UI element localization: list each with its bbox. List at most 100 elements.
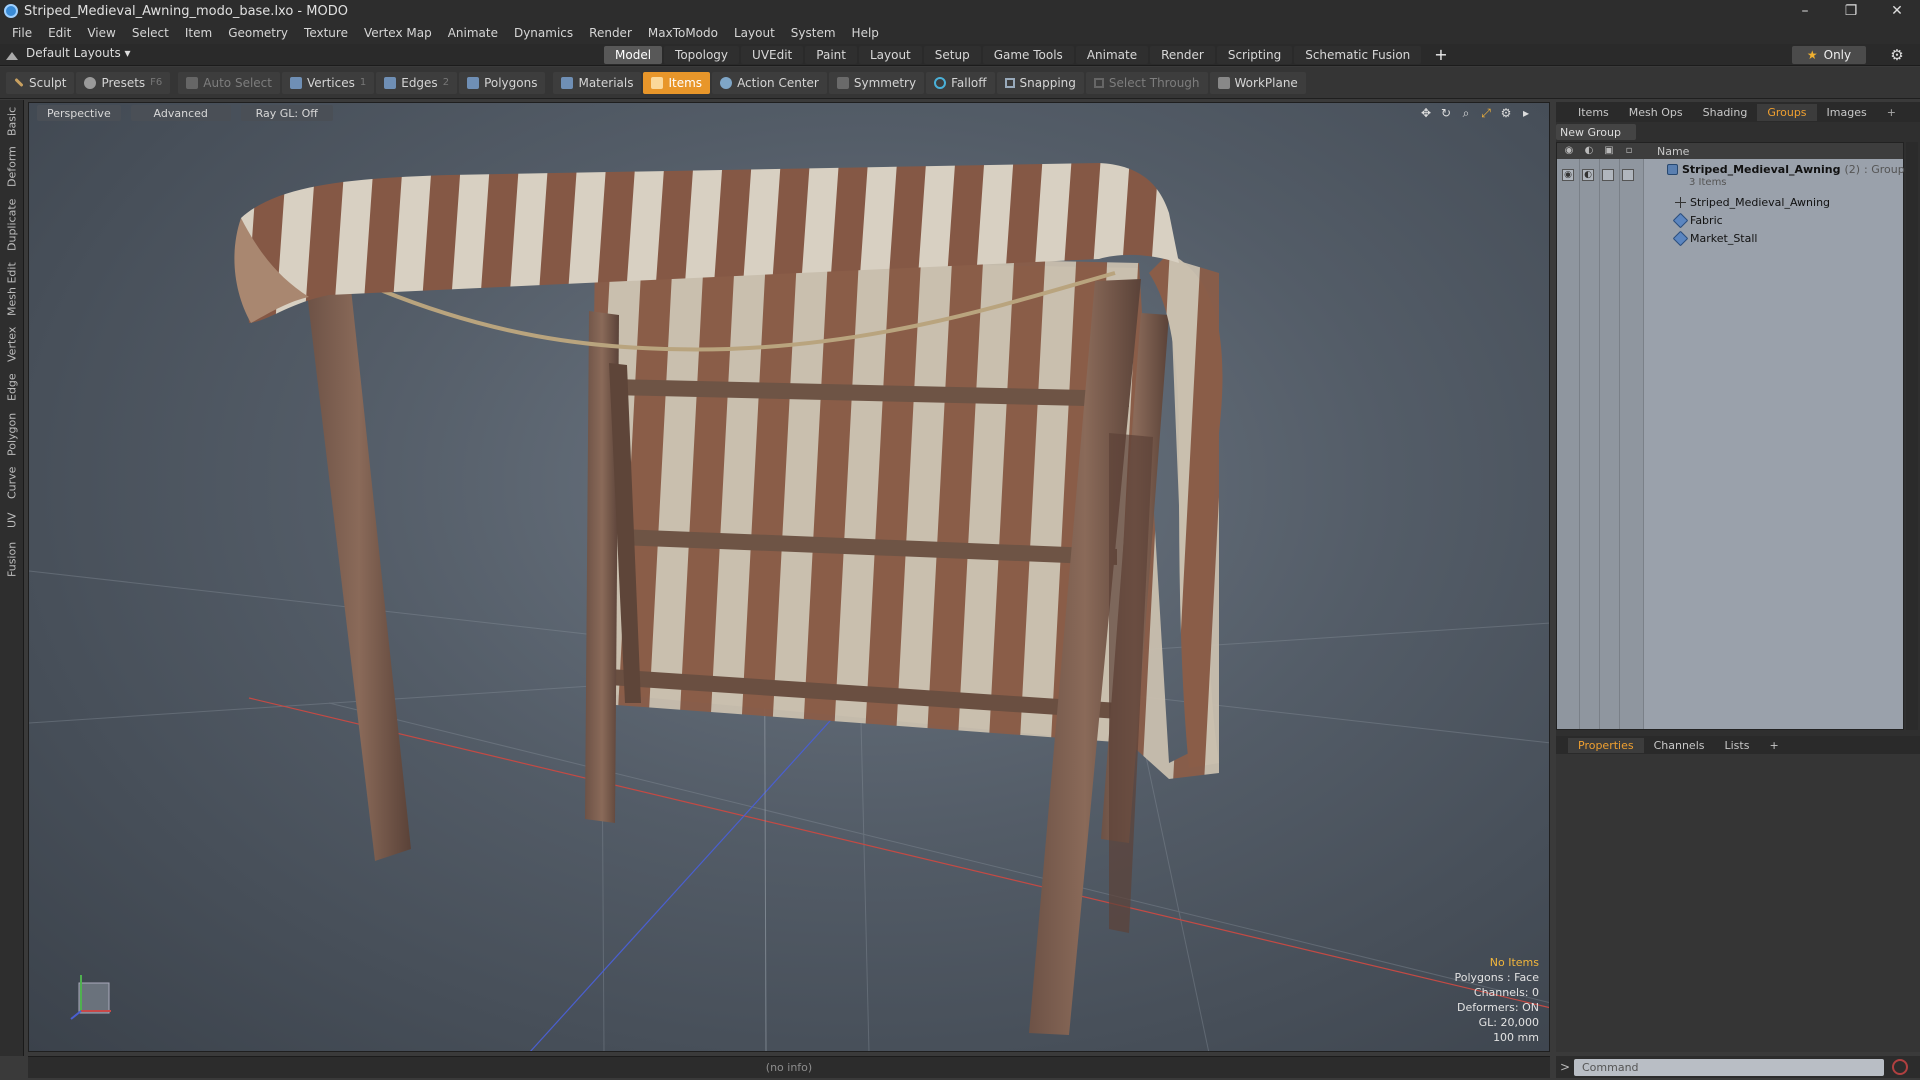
tab-paint[interactable]: Paint [805,46,857,64]
only-toggle[interactable]: ★ Only [1792,46,1866,64]
tab-render[interactable]: Render [1150,46,1215,64]
layouts-dropdown[interactable]: Default Layouts ▾ [6,46,131,60]
tab-items[interactable]: Items [1568,104,1619,121]
tab-curve[interactable]: Curve [2,464,22,502]
tab-lists[interactable]: Lists [1715,738,1760,753]
tab-scripting[interactable]: Scripting [1216,46,1293,64]
groups-scrollbar[interactable] [1906,142,1918,730]
group-row-root[interactable]: ◉ ◐ Striped_Medieval_Awning (2) : Group … [1557,161,1905,189]
symmetry-button[interactable]: Symmetry [828,71,925,94]
add-tab-button[interactable]: + [1423,46,1458,64]
render-header-icon[interactable]: ◐ [1583,145,1595,157]
info-gl: GL: 20,000 [1478,1016,1539,1029]
tab-images[interactable]: Images [1817,104,1877,121]
record-icon[interactable] [1892,1059,1908,1075]
group-child-row[interactable]: Fabric [1557,211,1905,229]
sculpt-button[interactable]: Sculpt [6,71,75,94]
action-center-label: Action Center [737,75,819,90]
falloff-button[interactable]: Falloff [926,71,995,94]
layout-up-icon[interactable] [6,48,18,60]
zoom-icon[interactable]: ⌕ [1459,106,1473,120]
edges-button[interactable]: Edges 2 [376,71,458,94]
menu-render[interactable]: Render [581,26,640,40]
tab-duplicate[interactable]: Duplicate [2,196,22,254]
symmetry-label: Symmetry [853,75,917,90]
tab-fusion[interactable]: Fusion [2,538,22,580]
snapping-button[interactable]: Snapping [996,71,1084,94]
tab-deform[interactable]: Deform [2,144,22,190]
tab-mesh-edit[interactable]: Mesh Edit [2,260,22,318]
tab-model[interactable]: Model [604,46,663,64]
close-button[interactable]: ✕ [1874,0,1920,22]
menu-view[interactable]: View [79,26,123,40]
tab-animate[interactable]: Animate [1075,46,1149,64]
3d-viewport[interactable]: Perspective Advanced Ray GL: Off ✥ ↻ ⌕ ⤢… [28,102,1550,1052]
visibility-header-icon[interactable]: ◉ [1563,145,1575,157]
name-column-header[interactable]: Name [1657,145,1689,158]
tab-schematic-fusion[interactable]: Schematic Fusion [1294,46,1422,64]
menu-select[interactable]: Select [124,26,177,40]
tab-shading[interactable]: Shading [1693,104,1758,121]
rotate-icon[interactable]: ↻ [1439,106,1453,120]
perspective-dropdown[interactable]: Perspective [37,105,121,121]
menu-layout[interactable]: Layout [726,26,783,40]
menu-geometry[interactable]: Geometry [220,26,296,40]
visibility-toggle[interactable]: ◉ [1562,169,1574,181]
menu-edit[interactable]: Edit [40,26,79,40]
tab-uvedit[interactable]: UVEdit [741,46,804,64]
tab-setup[interactable]: Setup [923,46,981,64]
group-child-row[interactable]: Market_Stall [1557,229,1905,247]
viewport-settings-icon[interactable]: ⚙ [1499,106,1513,120]
tab-game-tools[interactable]: Game Tools [982,46,1074,64]
materials-button[interactable]: Materials [553,71,642,94]
select-through-button[interactable]: Select Through [1085,71,1208,94]
tab-topology[interactable]: Topology [664,46,740,64]
tab-uv[interactable]: UV [2,508,22,532]
command-input[interactable]: Command [1574,1058,1884,1076]
tab-groups[interactable]: Groups [1757,103,1817,121]
menu-maxtomodo[interactable]: MaxToModo [640,26,726,40]
presets-label: Presets [101,75,146,90]
tab-vertex[interactable]: Vertex [2,324,22,364]
menu-dynamics[interactable]: Dynamics [506,26,581,40]
items-button[interactable]: Items [643,71,711,94]
menu-item[interactable]: Item [177,26,220,40]
workplane-button[interactable]: WorkPlane [1209,71,1306,94]
menu-vertex-map[interactable]: Vertex Map [356,26,440,40]
action-center-button[interactable]: Action Center [712,71,827,94]
render-toggle[interactable]: ◐ [1582,169,1594,181]
add-props-tab-button[interactable]: + [1759,738,1788,753]
polygons-button[interactable]: Polygons [459,71,546,94]
fit-icon[interactable]: ⤢ [1479,106,1493,120]
child-label: Striped_Medieval_Awning [1675,196,1830,209]
new-group-button[interactable]: New Group [1556,124,1636,140]
menu-file[interactable]: File [4,26,40,40]
tab-layout[interactable]: Layout [858,46,922,64]
viewport-arrow-icon[interactable]: ▸ [1519,106,1533,120]
add-panel-tab-button[interactable]: + [1877,104,1906,121]
menu-system[interactable]: System [783,26,844,40]
raygl-dropdown[interactable]: Ray GL: Off [240,105,333,121]
tab-polygon[interactable]: Polygon [2,410,22,458]
select-header-icon[interactable]: ▫ [1623,145,1635,157]
select-toggle[interactable] [1622,169,1634,181]
lock-header-icon[interactable]: ▣ [1603,145,1615,157]
menu-help[interactable]: Help [844,26,887,40]
lock-toggle[interactable] [1602,169,1614,181]
gear-icon[interactable]: ⚙ [1888,46,1906,64]
tab-basic[interactable]: Basic [2,104,22,138]
menu-texture[interactable]: Texture [296,26,356,40]
menu-animate[interactable]: Animate [440,26,506,40]
tab-properties[interactable]: Properties [1568,737,1644,753]
tab-mesh-ops[interactable]: Mesh Ops [1619,104,1693,121]
group-child-row[interactable]: Striped_Medieval_Awning [1557,193,1905,211]
tab-channels[interactable]: Channels [1644,738,1715,753]
tab-edge[interactable]: Edge [2,370,22,404]
minimize-button[interactable]: – [1782,0,1828,22]
pan-icon[interactable]: ✥ [1419,106,1433,120]
presets-button[interactable]: Presets F6 [76,71,171,94]
restore-button[interactable]: ❐ [1828,0,1874,22]
advanced-dropdown[interactable]: Advanced [130,105,231,121]
vertices-button[interactable]: Vertices 1 [281,71,375,94]
auto-select-button[interactable]: Auto Select [178,71,280,94]
